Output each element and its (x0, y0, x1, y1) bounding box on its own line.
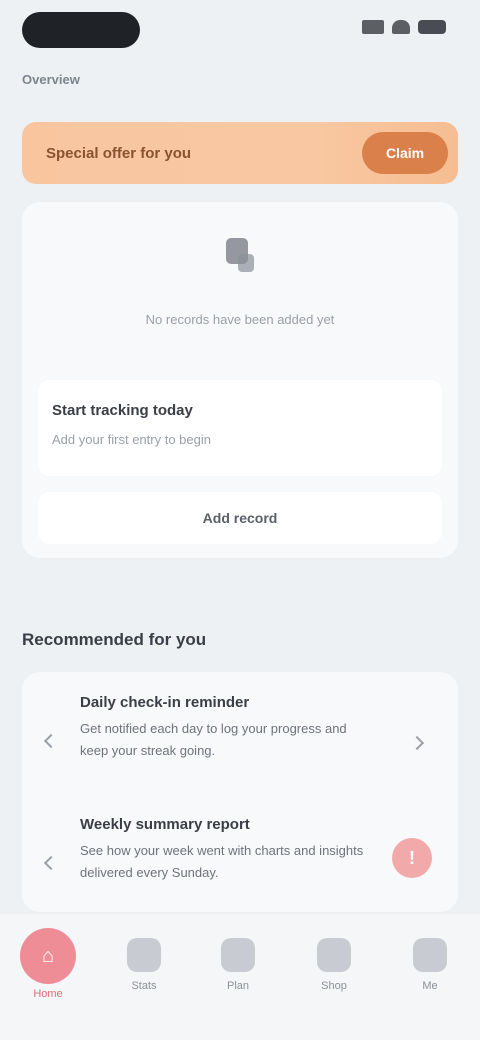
wifi-icon (392, 20, 410, 34)
info-box[interactable]: Start tracking today Add your first entr… (38, 380, 442, 476)
chevron-right-icon[interactable] (409, 735, 425, 751)
chart-icon (127, 938, 161, 972)
list-item[interactable]: Weekly summary report See how your week … (22, 808, 458, 918)
status-bar (0, 0, 480, 60)
nav-label: Stats (131, 980, 157, 992)
status-icons (362, 20, 446, 34)
nav-item-shop[interactable]: Shop (298, 932, 370, 1014)
bag-icon (317, 938, 351, 972)
section-label: Overview (22, 72, 80, 87)
promo-text: Special offer for you (46, 144, 192, 162)
promo-claim-button[interactable]: Claim (362, 132, 448, 174)
add-record-button[interactable]: Add record (38, 492, 442, 544)
section-title: Recommended for you (22, 630, 207, 649)
nav-label: Shop (321, 980, 347, 992)
alert-badge[interactable]: ! (392, 838, 432, 878)
nav-item-stats[interactable]: Stats (108, 932, 180, 1014)
chevron-left-icon (43, 733, 59, 749)
empty-state-text: No records have been added yet (145, 312, 335, 327)
nav-item-me[interactable]: Me (394, 932, 466, 1014)
home-icon: ⌂ (20, 928, 76, 984)
list-item-title: Daily check-in reminder (80, 694, 250, 711)
nav-item-plan[interactable]: Plan (202, 932, 274, 1014)
chevron-left-icon (43, 855, 59, 871)
nav-label: Me (422, 980, 438, 992)
nav-label: Home (33, 988, 63, 1000)
list-item-description: Get notified each day to log your progre… (80, 721, 347, 758)
list-item-title: Weekly summary report (80, 816, 250, 833)
user-icon (413, 938, 447, 972)
nav-label: Plan (226, 980, 250, 992)
scale-icon (218, 230, 262, 280)
battery-icon (418, 20, 446, 34)
info-subtitle: Add your first entry to begin (52, 432, 211, 447)
recommendation-list: Daily check-in reminder Get notified eac… (22, 672, 458, 912)
main-card: No records have been added yet Start tra… (22, 202, 458, 558)
list-item-description: See how your week went with charts and i… (80, 843, 364, 880)
info-title: Start tracking today (52, 402, 193, 419)
bottom-nav: ⌂ Home Stats Plan Shop Me (0, 914, 480, 1040)
dynamic-island (22, 12, 140, 48)
signal-icon (362, 20, 384, 34)
calendar-icon (221, 938, 255, 972)
list-item[interactable]: Daily check-in reminder Get notified eac… (22, 686, 458, 796)
promo-banner[interactable]: Special offer for you Claim (22, 122, 458, 184)
nav-item-home[interactable]: ⌂ Home (12, 928, 84, 1014)
